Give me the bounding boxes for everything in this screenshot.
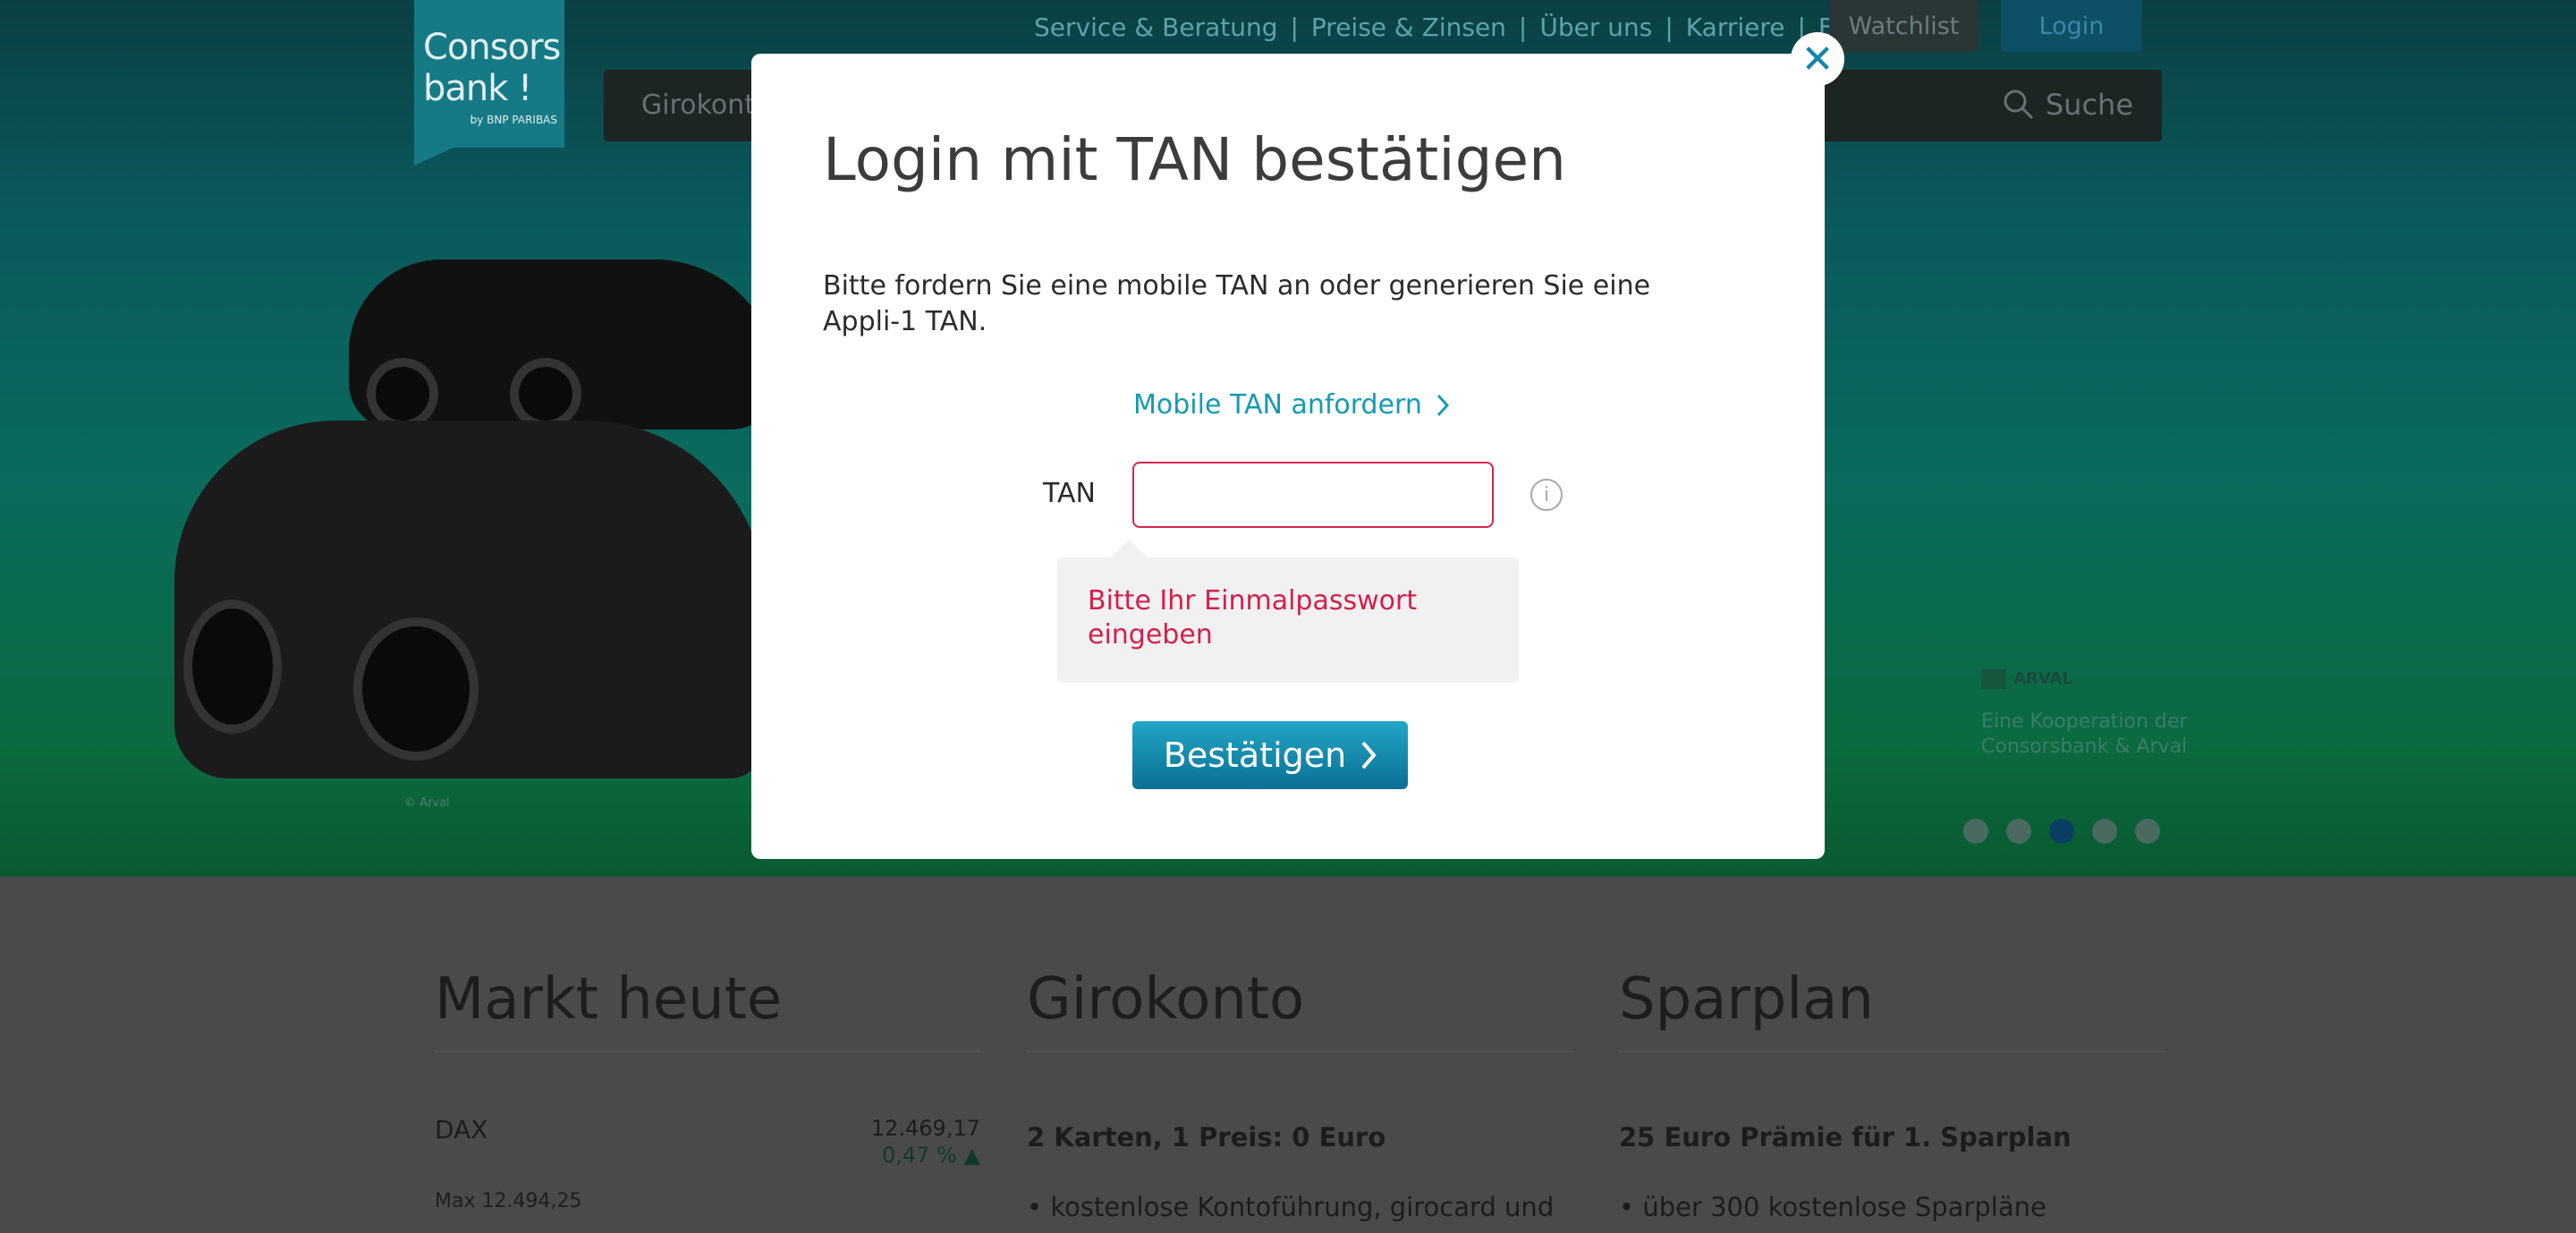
modal-title: Login mit TAN bestätigen — [823, 125, 1566, 194]
tan-input[interactable] — [1132, 462, 1494, 528]
page: Consors bank ! by BNP PARIBAS Service & … — [0, 0, 2576, 1233]
info-icon[interactable]: i — [1530, 479, 1563, 511]
error-tooltip-arrow — [1111, 540, 1147, 557]
tan-login-modal: Login mit TAN bestätigen Bitte fordern S… — [751, 54, 1825, 859]
modal-overlay[interactable]: Login mit TAN bestätigen Bitte fordern S… — [0, 0, 2576, 1233]
tan-label: TAN — [1043, 478, 1096, 509]
tan-error-message: Bitte Ihr Einmalpasswort eingeben — [1057, 557, 1519, 683]
mobile-tan-request-link[interactable]: Mobile TAN anfordern — [1133, 389, 1449, 421]
close-icon[interactable]: ✕ — [1791, 32, 1844, 86]
modal-instructions: Bitte fordern Sie eine mobile TAN an ode… — [823, 270, 1651, 337]
confirm-label: Bestätigen — [1163, 736, 1347, 775]
confirm-button[interactable]: Bestätigen — [1132, 721, 1408, 789]
chevron-right-icon — [1361, 741, 1377, 770]
chevron-right-icon — [1436, 394, 1449, 416]
mobile-tan-link-label: Mobile TAN anfordern — [1133, 389, 1422, 421]
